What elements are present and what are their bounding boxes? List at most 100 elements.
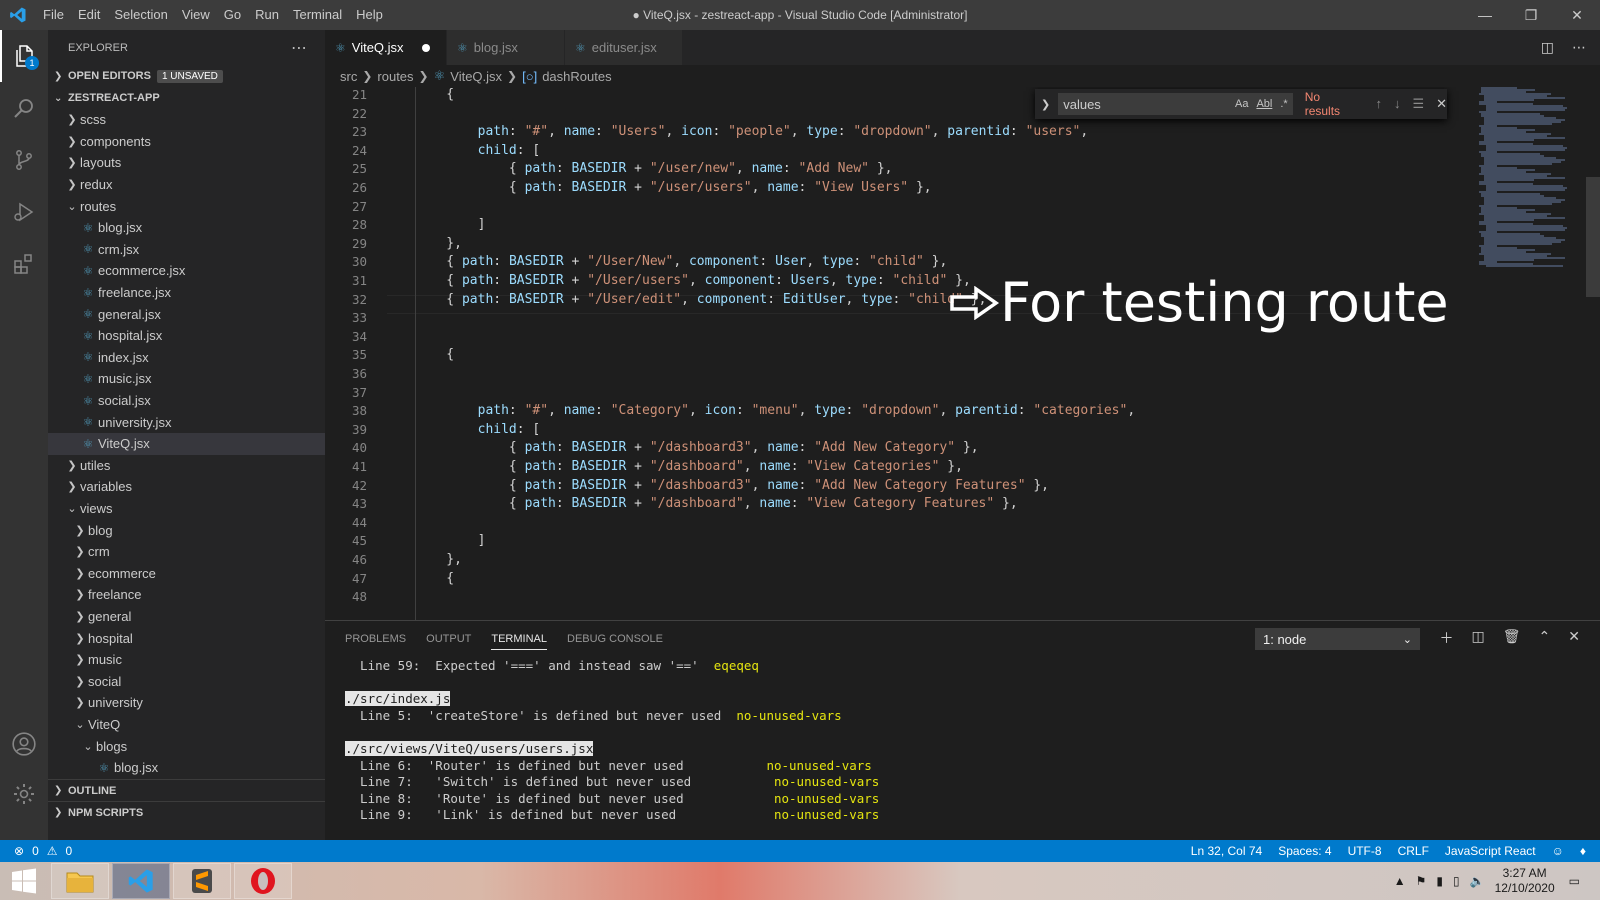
match-case-icon[interactable]: Aa (1235, 98, 1248, 110)
cursor-position[interactable]: Ln 32, Col 74 (1191, 844, 1262, 858)
menu-item-selection[interactable]: Selection (107, 0, 174, 30)
menu-item-help[interactable]: Help (349, 0, 390, 30)
folder-item[interactable]: ❯ crm (48, 541, 325, 563)
folder-item[interactable]: ❯ utiles (48, 455, 325, 477)
tab-viteq[interactable]: ⚛ ViteQ.jsx (325, 30, 447, 65)
chevron-up-icon[interactable]: ⌃ (1539, 628, 1551, 648)
tab-terminal[interactable]: TERMINAL (491, 633, 547, 650)
unsaved-dot-icon[interactable] (421, 43, 430, 52)
file-item[interactable]: ⚛ blog.jsx (48, 217, 325, 239)
find-input[interactable]: values Aa Abl .* (1058, 93, 1293, 115)
settings-gear-icon[interactable] (0, 768, 48, 820)
file-item[interactable]: ⚛ social.jsx (48, 390, 325, 412)
extensions-icon[interactable] (0, 238, 48, 290)
file-item[interactable]: ⚛ blog.jsx (48, 757, 325, 779)
folder-item[interactable]: ❯ music (48, 649, 325, 671)
volume-icon[interactable]: 🔈 (1470, 874, 1485, 888)
terminal-output[interactable]: Line 59: Expected '===' and instead saw … (345, 658, 879, 824)
tray-chevron-up-icon[interactable]: ▲ (1394, 874, 1406, 888)
sublime-text-icon[interactable] (173, 863, 231, 899)
run-debug-icon[interactable] (0, 186, 48, 238)
error-icon[interactable]: ⊗ (14, 844, 24, 858)
file-item[interactable]: ⚛ freelance.jsx (48, 282, 325, 304)
breadcrumb-symbol[interactable]: dashRoutes (542, 69, 611, 84)
breadcrumb-routes[interactable]: routes (377, 69, 413, 84)
folder-item[interactable]: ❯ general (48, 606, 325, 628)
toggle-replace-icon[interactable]: ❯ (1041, 98, 1050, 111)
minimap[interactable] (1476, 87, 1586, 620)
error-count[interactable]: 0 (32, 844, 39, 858)
folder-item[interactable]: ❯ blog (48, 519, 325, 541)
new-terminal-icon[interactable]: ＋ (1440, 628, 1454, 648)
arrow-up-icon[interactable]: ↑ (1375, 96, 1382, 112)
vscode-taskbar-icon[interactable] (112, 863, 170, 899)
folder-item[interactable]: ❯ university (48, 692, 325, 714)
source-control-icon[interactable] (0, 134, 48, 186)
menu-item-edit[interactable]: Edit (71, 0, 107, 30)
file-item[interactable]: ⚛ university.jsx (48, 411, 325, 433)
flag-icon[interactable]: ⚑ (1416, 874, 1427, 888)
file-item[interactable]: ⚛ hospital.jsx (48, 325, 325, 347)
warning-count[interactable]: 0 (66, 844, 73, 858)
folder-item[interactable]: ❯ ecommerce (48, 562, 325, 584)
folder-item[interactable]: ❯ redux (48, 174, 325, 196)
menu-item-file[interactable]: File (36, 0, 71, 30)
tab-edituser[interactable]: ⚛ edituser.jsx (565, 30, 683, 65)
folder-item[interactable]: ❯ social (48, 670, 325, 692)
close-panel-icon[interactable]: ✕ (1568, 628, 1580, 648)
open-editors-section[interactable]: ❯ OPEN EDITORS 1 UNSAVED (48, 65, 325, 87)
code-editor[interactable]: 21 {22 23 path: "#", name: "Users", icon:… (325, 87, 1600, 620)
folder-item[interactable]: ❯ variables (48, 476, 325, 498)
outline-section[interactable]: ❯ OUTLINE (48, 779, 325, 801)
encoding[interactable]: UTF-8 (1348, 844, 1382, 858)
warning-icon[interactable]: ⚠ (47, 844, 58, 858)
more-actions-icon[interactable]: ⋯ (291, 38, 307, 58)
breadcrumb-src[interactable]: src (340, 69, 357, 84)
language-mode[interactable]: JavaScript React (1445, 844, 1536, 858)
tab-output[interactable]: OUTPUT (426, 633, 471, 645)
action-center-icon[interactable]: ▭ (1569, 874, 1580, 888)
taskbar-clock[interactable]: 3:27 AM 12/10/2020 (1495, 866, 1555, 896)
folder-item[interactable]: ⌄ routes (48, 195, 325, 217)
folder-item[interactable]: ❯ components (48, 131, 325, 153)
split-terminal-icon[interactable]: ◫ (1472, 628, 1485, 648)
match-word-icon[interactable]: Abl (1256, 98, 1272, 110)
folder-item[interactable]: ❯ hospital (48, 627, 325, 649)
folder-item[interactable]: ⌄ blogs (48, 735, 325, 757)
account-icon[interactable] (0, 718, 48, 770)
explorer-icon[interactable]: 1 (0, 30, 48, 82)
close-icon[interactable]: ✕ (1436, 96, 1447, 112)
folder-item[interactable]: ⌄ views (48, 498, 325, 520)
folder-item[interactable]: ❯ layouts (48, 152, 325, 174)
folder-item[interactable]: ❯ freelance (48, 584, 325, 606)
minimize-icon[interactable]: — (1462, 0, 1508, 30)
trash-icon[interactable]: 🗑 (1503, 628, 1521, 648)
split-editor-icon[interactable]: ◫ (1541, 39, 1554, 56)
more-actions-icon[interactable]: ⋯ (1572, 39, 1586, 56)
file-item[interactable]: ⚛ index.jsx (48, 347, 325, 369)
regex-icon[interactable]: .* (1280, 98, 1287, 110)
project-section[interactable]: ⌄ ZESTREACT-APP (48, 87, 325, 109)
file-explorer-icon[interactable] (51, 863, 109, 899)
battery-icon[interactable]: ▯ (1453, 874, 1460, 888)
menu-item-run[interactable]: Run (248, 0, 286, 30)
file-item[interactable]: ⚛ music.jsx (48, 368, 325, 390)
file-item[interactable]: ⚛ ViteQ.jsx (48, 432, 325, 455)
file-item[interactable]: ⚛ ecommerce.jsx (48, 260, 325, 282)
folder-item[interactable]: ❯ scss (48, 109, 325, 131)
file-item[interactable]: ⚛ crm.jsx (48, 239, 325, 261)
find-in-selection-icon[interactable]: ☰ (1412, 96, 1424, 112)
menu-item-view[interactable]: View (175, 0, 217, 30)
npm-scripts-section[interactable]: ❯ NPM SCRIPTS (48, 801, 325, 823)
editor-scrollbar[interactable] (1586, 177, 1600, 297)
indentation[interactable]: Spaces: 4 (1278, 844, 1331, 858)
menu-item-terminal[interactable]: Terminal (286, 0, 349, 30)
network-icon[interactable]: ▮ (1436, 874, 1443, 888)
tab-debug-console[interactable]: DEBUG CONSOLE (567, 633, 663, 645)
file-item[interactable]: ⚛ general.jsx (48, 303, 325, 325)
opera-browser-icon[interactable] (234, 863, 292, 899)
restore-icon[interactable]: ❐ (1508, 0, 1554, 30)
search-icon[interactable] (0, 82, 48, 134)
feedback-icon[interactable]: ☺ (1552, 844, 1564, 858)
breadcrumb-file[interactable]: ViteQ.jsx (450, 69, 502, 84)
